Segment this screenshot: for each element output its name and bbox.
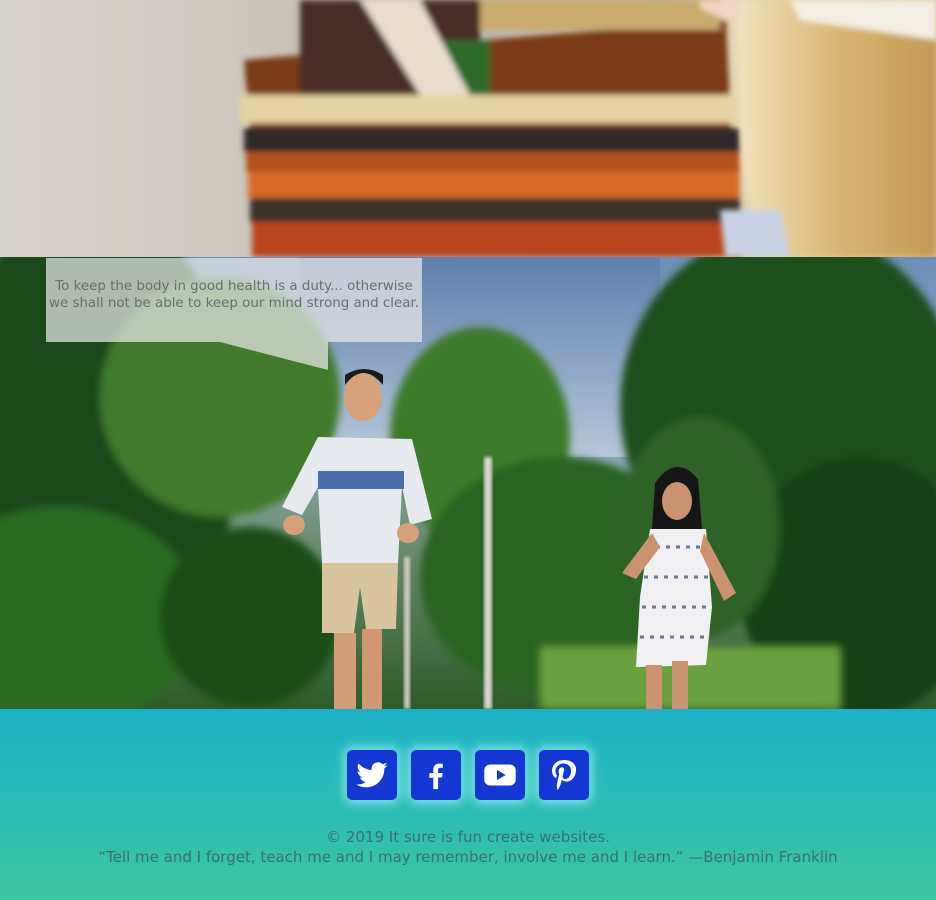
social-links <box>0 750 936 800</box>
youtube-button[interactable] <box>475 750 525 800</box>
copyright-text: © 2019 It sure is fun create websites. <box>326 828 610 846</box>
hero-basket-image <box>0 0 936 257</box>
youtube-icon <box>484 764 516 786</box>
quote-bubble: To keep the body in good health is a dut… <box>46 258 422 342</box>
facebook-icon <box>429 763 443 790</box>
pinterest-button[interactable] <box>539 750 589 800</box>
site-footer: © 2019 It sure is fun create websites. “… <box>0 709 936 900</box>
footer-quote: “Tell me and I forget, teach me and I ma… <box>98 848 838 866</box>
quote-text: To keep the body in good health is a dut… <box>49 279 419 311</box>
facebook-button[interactable] <box>411 750 461 800</box>
twitter-button[interactable] <box>347 750 397 800</box>
twitter-icon <box>356 762 388 788</box>
quote-bubble-tail <box>220 342 328 370</box>
pinterest-icon <box>552 760 577 790</box>
